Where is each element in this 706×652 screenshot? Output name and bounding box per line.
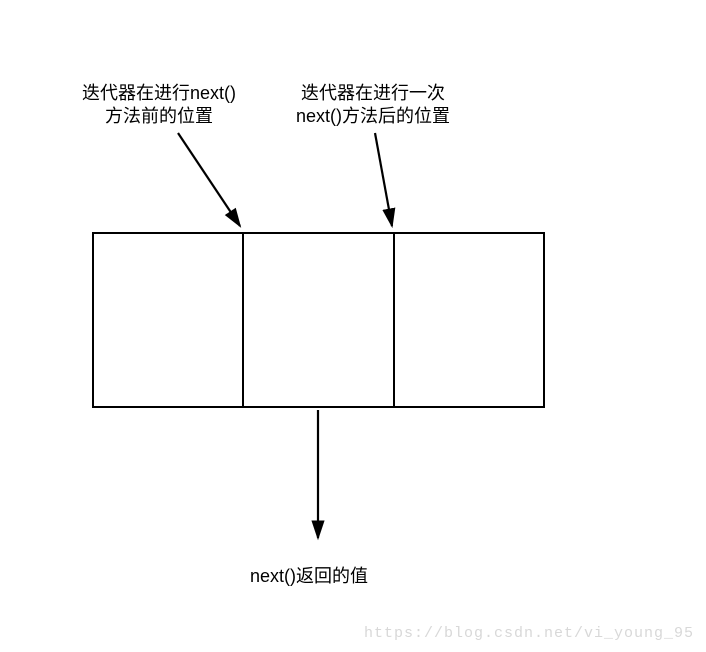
watermark: https://blog.csdn.net/vi_young_95	[364, 625, 694, 642]
arrow-return-value-icon	[0, 0, 706, 652]
